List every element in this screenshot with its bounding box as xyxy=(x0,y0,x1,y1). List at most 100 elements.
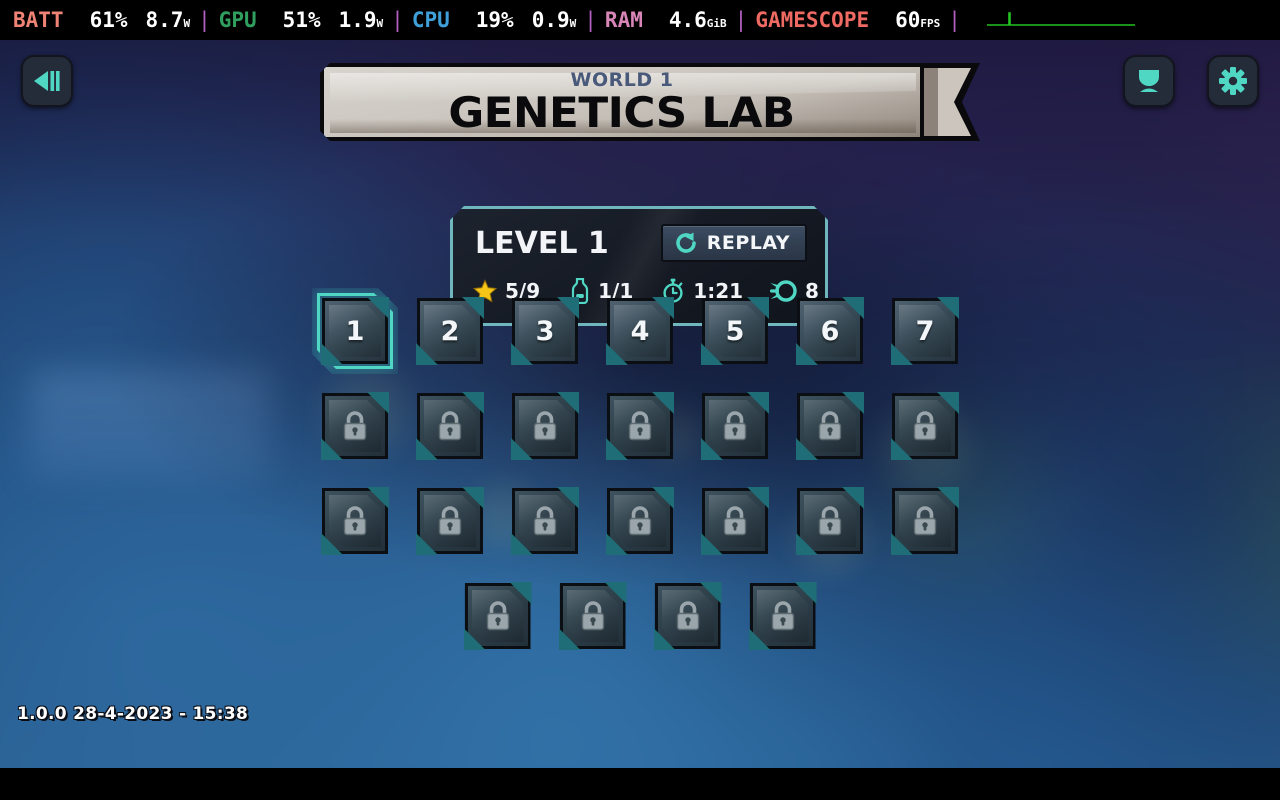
replay-button[interactable]: REPLAY xyxy=(661,224,807,262)
level-tile-locked xyxy=(606,392,674,460)
lock-icon-wrap xyxy=(322,393,388,459)
level-tile-locked xyxy=(606,487,674,555)
lock-icon xyxy=(913,506,937,536)
refresh-icon xyxy=(674,231,698,255)
lock-icon-wrap xyxy=(512,488,578,554)
selected-level-label: LEVEL 1 xyxy=(475,225,609,261)
lock-icon xyxy=(486,601,509,631)
level-row xyxy=(0,487,1280,555)
trophy-icon xyxy=(1139,70,1159,92)
settings-button[interactable] xyxy=(1207,55,1259,107)
level-tile-locked xyxy=(321,487,389,555)
lock-icon-wrap xyxy=(797,393,863,459)
lock-icon xyxy=(723,506,747,536)
hud-battery-watt-unit: W xyxy=(183,17,191,30)
skip-back-icon xyxy=(34,71,60,91)
hud-battery-label: BATT xyxy=(13,8,64,32)
banner-tail xyxy=(918,63,980,141)
lock-icon xyxy=(343,506,367,536)
hud-cpu-label: CPU xyxy=(411,8,450,32)
lock-icon xyxy=(818,506,842,536)
hud-gpu-group: GPU 51% 1.9 W xyxy=(219,8,383,32)
hud-compositor-label: GAMESCOPE xyxy=(755,8,870,32)
level-tile-locked xyxy=(321,392,389,460)
level-tile-locked xyxy=(748,582,817,650)
lock-icon-wrap xyxy=(655,583,721,649)
lock-icon-wrap xyxy=(560,583,626,649)
hud-separator-3: | xyxy=(584,8,597,32)
lock-icon xyxy=(438,506,462,536)
level-tile-locked xyxy=(701,392,769,460)
lock-icon-wrap xyxy=(607,488,673,554)
hud-fps-value: 60 xyxy=(895,8,921,32)
lock-icon xyxy=(628,411,652,441)
trophy-button[interactable] xyxy=(1123,55,1175,107)
level-number: 6 xyxy=(820,315,840,347)
level-number: 2 xyxy=(440,315,460,347)
frametime-graph xyxy=(986,12,1135,26)
level-number: 5 xyxy=(725,315,745,347)
back-button[interactable] xyxy=(21,55,73,107)
level-row xyxy=(0,582,1280,650)
hud-ram-group: RAM 4.6 GiB xyxy=(605,8,727,32)
level-row xyxy=(0,392,1280,460)
level-tile-locked xyxy=(558,582,627,650)
lock-icon xyxy=(723,411,747,441)
lock-icon-wrap xyxy=(512,393,578,459)
level-tile[interactable]: 7 xyxy=(891,297,959,365)
hud-battery-watts: 8.7 xyxy=(145,8,184,32)
lock-icon xyxy=(771,601,794,631)
level-tile[interactable]: 4 xyxy=(606,297,674,365)
level-grid: 1 2 3 4 5 6 7 xyxy=(0,298,1280,678)
level-number: 4 xyxy=(630,315,650,347)
hud-gpu-label: GPU xyxy=(218,8,257,32)
replay-button-label: REPLAY xyxy=(706,232,790,254)
lock-icon-wrap xyxy=(750,583,816,649)
level-tile-locked xyxy=(891,392,959,460)
level-tile-locked xyxy=(511,487,579,555)
hud-separator-4: | xyxy=(734,8,748,32)
lock-icon-wrap xyxy=(702,393,768,459)
level-tile[interactable]: 5 xyxy=(701,297,769,365)
level-tile-locked xyxy=(796,392,864,460)
level-number: 1 xyxy=(345,315,365,347)
letterbox-bottom xyxy=(0,768,1280,800)
hud-cpu-watt-unit: W xyxy=(569,17,577,30)
level-tile-locked xyxy=(416,487,484,555)
lock-icon-wrap xyxy=(417,393,483,459)
lock-icon xyxy=(438,411,462,441)
hud-separator-1: | xyxy=(198,8,211,32)
level-tile-locked xyxy=(511,392,579,460)
level-tile-locked xyxy=(653,582,722,650)
level-tile[interactable]: 2 xyxy=(416,297,484,365)
hud-ram-unit: GiB xyxy=(706,17,727,30)
hud-ram-label: RAM xyxy=(604,8,643,32)
lock-icon xyxy=(818,411,842,441)
level-tile[interactable]: 1 xyxy=(322,298,388,364)
lock-icon-wrap xyxy=(797,488,863,554)
performance-overlay: BATT 61% 8.7 W | GPU 51% 1.9 W | CPU 19% 0… xyxy=(0,0,1280,40)
level-tile[interactable]: 6 xyxy=(796,297,864,365)
lock-icon xyxy=(533,411,557,441)
hud-gpu-watts: 1.9 xyxy=(338,8,377,32)
hud-separator-5: | xyxy=(948,8,961,32)
game-screen: BATT 61% 8.7 W | GPU 51% 1.9 W | CPU 19% 0… xyxy=(0,0,1280,800)
lock-icon xyxy=(581,601,604,631)
hud-battery-group: BATT 61% 8.7 W xyxy=(13,8,190,32)
hud-cpu-watts: 0.9 xyxy=(531,8,570,32)
lock-icon xyxy=(913,411,937,441)
level-tile-locked xyxy=(701,487,769,555)
hud-fps-unit: FPS xyxy=(920,17,941,30)
hud-compositor-group: GAMESCOPE 60 FPS xyxy=(755,8,940,32)
hud-cpu-group: CPU 19% 0.9 W xyxy=(412,8,576,32)
level-tile-locked xyxy=(416,392,484,460)
version-text: 1.0.0 28-4-2023 - 15:38 xyxy=(17,704,249,724)
level-tile[interactable]: 3 xyxy=(511,297,579,365)
lock-icon-wrap xyxy=(892,488,958,554)
gear-icon xyxy=(1219,67,1247,95)
lock-icon-wrap xyxy=(607,393,673,459)
level-tile-locked xyxy=(891,487,959,555)
hud-cpu-percent: 19% xyxy=(475,8,514,32)
game-viewport: WORLD 1 GENETICS LAB LEVEL 1 REPLAY 5/9 … xyxy=(0,40,1280,768)
level-number: 7 xyxy=(915,315,935,347)
